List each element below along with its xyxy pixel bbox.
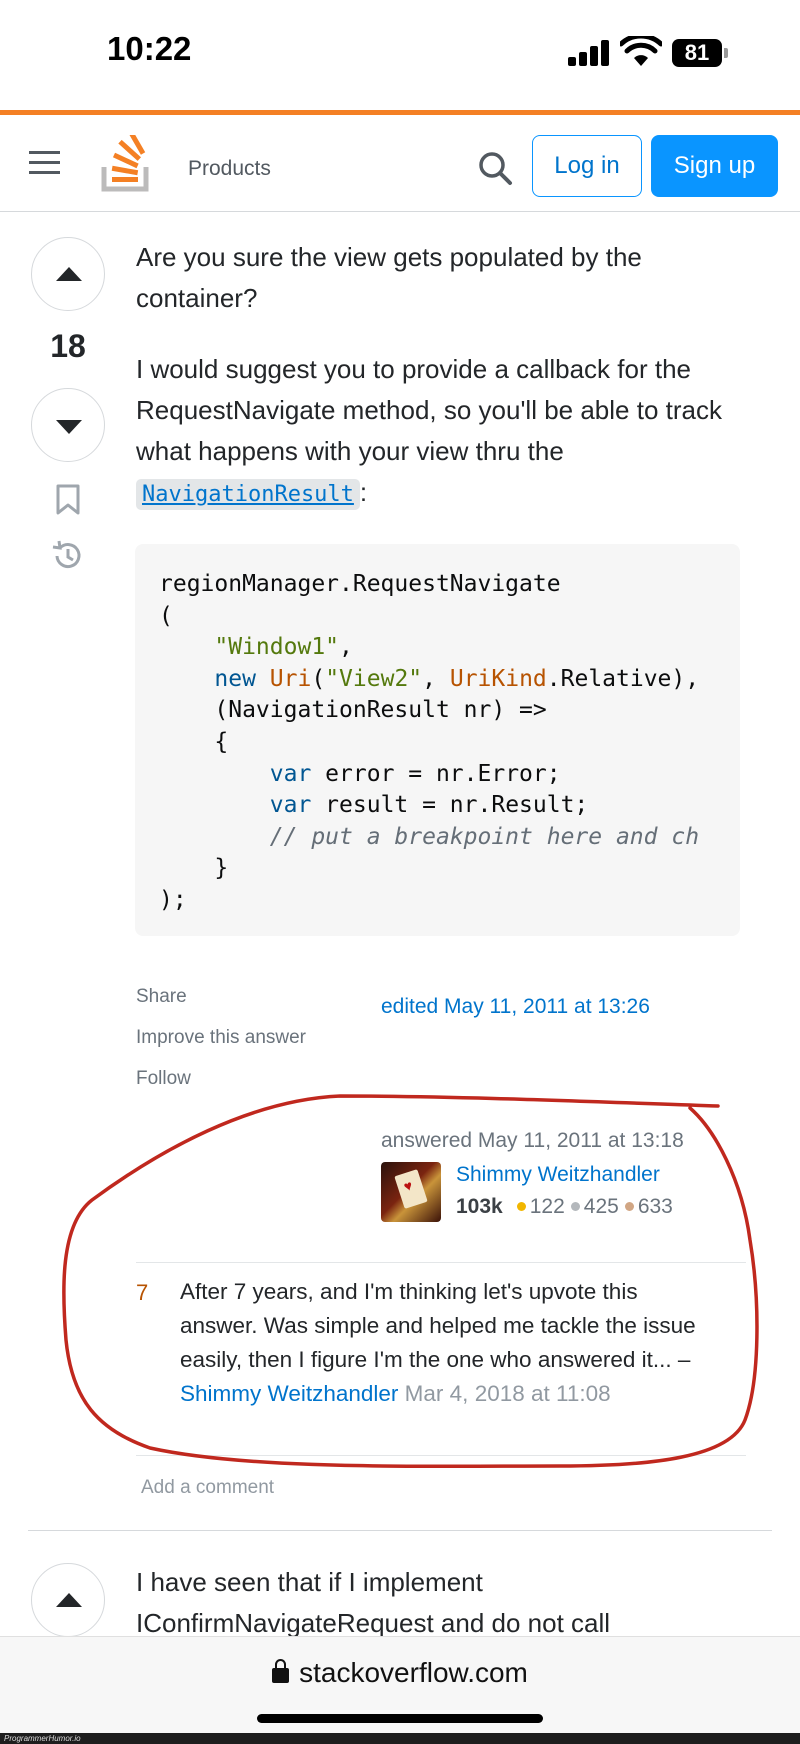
answer-paragraph-2-text: I would suggest you to provide a callbac… <box>136 354 722 466</box>
site-header: Products Log in Sign up <box>0 110 800 212</box>
comment-score: 7 <box>136 1280 149 1305</box>
code-line-3: "Window1", <box>214 634 353 661</box>
silver-badge-count: 425 <box>583 1195 619 1218</box>
code-line-6: { <box>159 728 229 755</box>
edited-timestamp[interactable]: edited May 11, 2011 at 13:26 <box>381 995 650 1019</box>
bronze-badge-icon <box>624 1201 634 1211</box>
wifi-icon <box>620 36 662 66</box>
status-bar: 10:22 81 <box>0 0 800 110</box>
upvote-arrow-icon <box>56 1593 82 1607</box>
downvote-button[interactable] <box>31 388 105 462</box>
url-display[interactable]: stackoverflow.com <box>0 1657 800 1689</box>
gold-badge-icon <box>516 1201 526 1211</box>
history-icon[interactable] <box>49 538 85 574</box>
search-icon[interactable] <box>477 150 513 186</box>
products-menu[interactable]: Products <box>188 157 271 181</box>
next-answer-text: I have seen that if I implement IConfirm… <box>136 1567 611 1638</box>
next-answer-upvote-button[interactable] <box>31 1563 105 1637</box>
code-content: regionManager.RequestNavigate ( "Window1… <box>159 569 699 917</box>
code-line-4: new Uri("View2", UriKind.Relative), <box>214 665 700 692</box>
reputation-score: 103k <box>456 1195 503 1218</box>
downvote-arrow-icon <box>56 420 82 434</box>
status-time: 10:22 <box>107 30 192 67</box>
answered-timestamp: answered May 11, 2011 at 13:18 <box>381 1129 684 1152</box>
battery-icon: 81 <box>672 39 728 67</box>
watermark-bar: ProgrammerHumor.io <box>0 1733 800 1744</box>
comment-text: After 7 years, and I'm thinking let's up… <box>180 1279 696 1372</box>
code-line-7: var error = nr.Error; <box>269 760 561 787</box>
comment-divider <box>136 1262 746 1263</box>
code-line-5: (NavigationResult nr) => <box>159 697 547 724</box>
gold-badge-count: 122 <box>529 1195 565 1218</box>
bookmark-icon[interactable] <box>55 484 81 516</box>
user-name-link[interactable]: Shimmy Weitzhandler <box>456 1163 660 1187</box>
add-comment-link[interactable]: Add a comment <box>141 1477 274 1499</box>
login-button[interactable]: Log in <box>532 135 642 197</box>
follow-link[interactable]: Follow <box>136 1068 191 1090</box>
share-link[interactable]: Share <box>136 986 187 1008</box>
code-line-2: ( <box>159 602 173 629</box>
bronze-badge-count: 633 <box>637 1195 673 1218</box>
upvote-arrow-icon <box>56 267 82 281</box>
answer-score: 18 <box>50 328 86 364</box>
signup-button[interactable]: Sign up <box>651 135 778 197</box>
home-indicator[interactable] <box>257 1714 543 1723</box>
watermark-text: ProgrammerHumor.io <box>4 1734 81 1743</box>
answer-separator <box>28 1530 772 1531</box>
lock-icon <box>272 1659 290 1683</box>
code-line-10: } <box>159 855 229 882</box>
browser-address-bar[interactable]: stackoverflow.com <box>0 1636 800 1744</box>
code-block: regionManager.RequestNavigate ( "Window1… <box>135 544 740 936</box>
avatar[interactable] <box>381 1162 441 1222</box>
colon: : <box>359 477 368 507</box>
stackoverflow-logo-icon[interactable] <box>100 135 152 193</box>
improve-answer-link[interactable]: Improve this answer <box>136 1027 306 1049</box>
navigation-result-link[interactable]: NavigationResult <box>136 479 360 510</box>
code-line-9: // put a breakpoint here and ch <box>159 823 700 850</box>
code-line-11: ); <box>159 886 187 913</box>
comment-user-link[interactable]: Shimmy Weitzhandler <box>180 1381 398 1406</box>
code-line-8: var result = nr.Result; <box>269 792 589 819</box>
url-text: stackoverflow.com <box>299 1657 528 1688</box>
hamburger-menu-icon[interactable] <box>29 151 60 175</box>
user-reputation: 103k 122 425 633 <box>456 1195 673 1219</box>
answer-paragraph-1: Are you sure the view gets populated by … <box>136 242 642 313</box>
answer-paragraph-2: I would suggest you to provide a callbac… <box>136 349 746 515</box>
code-line-1: regionManager.RequestNavigate <box>159 571 561 597</box>
cellular-signal-icon <box>568 40 610 66</box>
silver-badge-icon <box>570 1201 580 1211</box>
upvote-button[interactable] <box>31 237 105 311</box>
comment-body: After 7 years, and I'm thinking let's up… <box>180 1275 700 1411</box>
comment-date: Mar 4, 2018 at 11:08 <box>398 1381 611 1406</box>
comment-divider-bottom <box>136 1455 746 1456</box>
